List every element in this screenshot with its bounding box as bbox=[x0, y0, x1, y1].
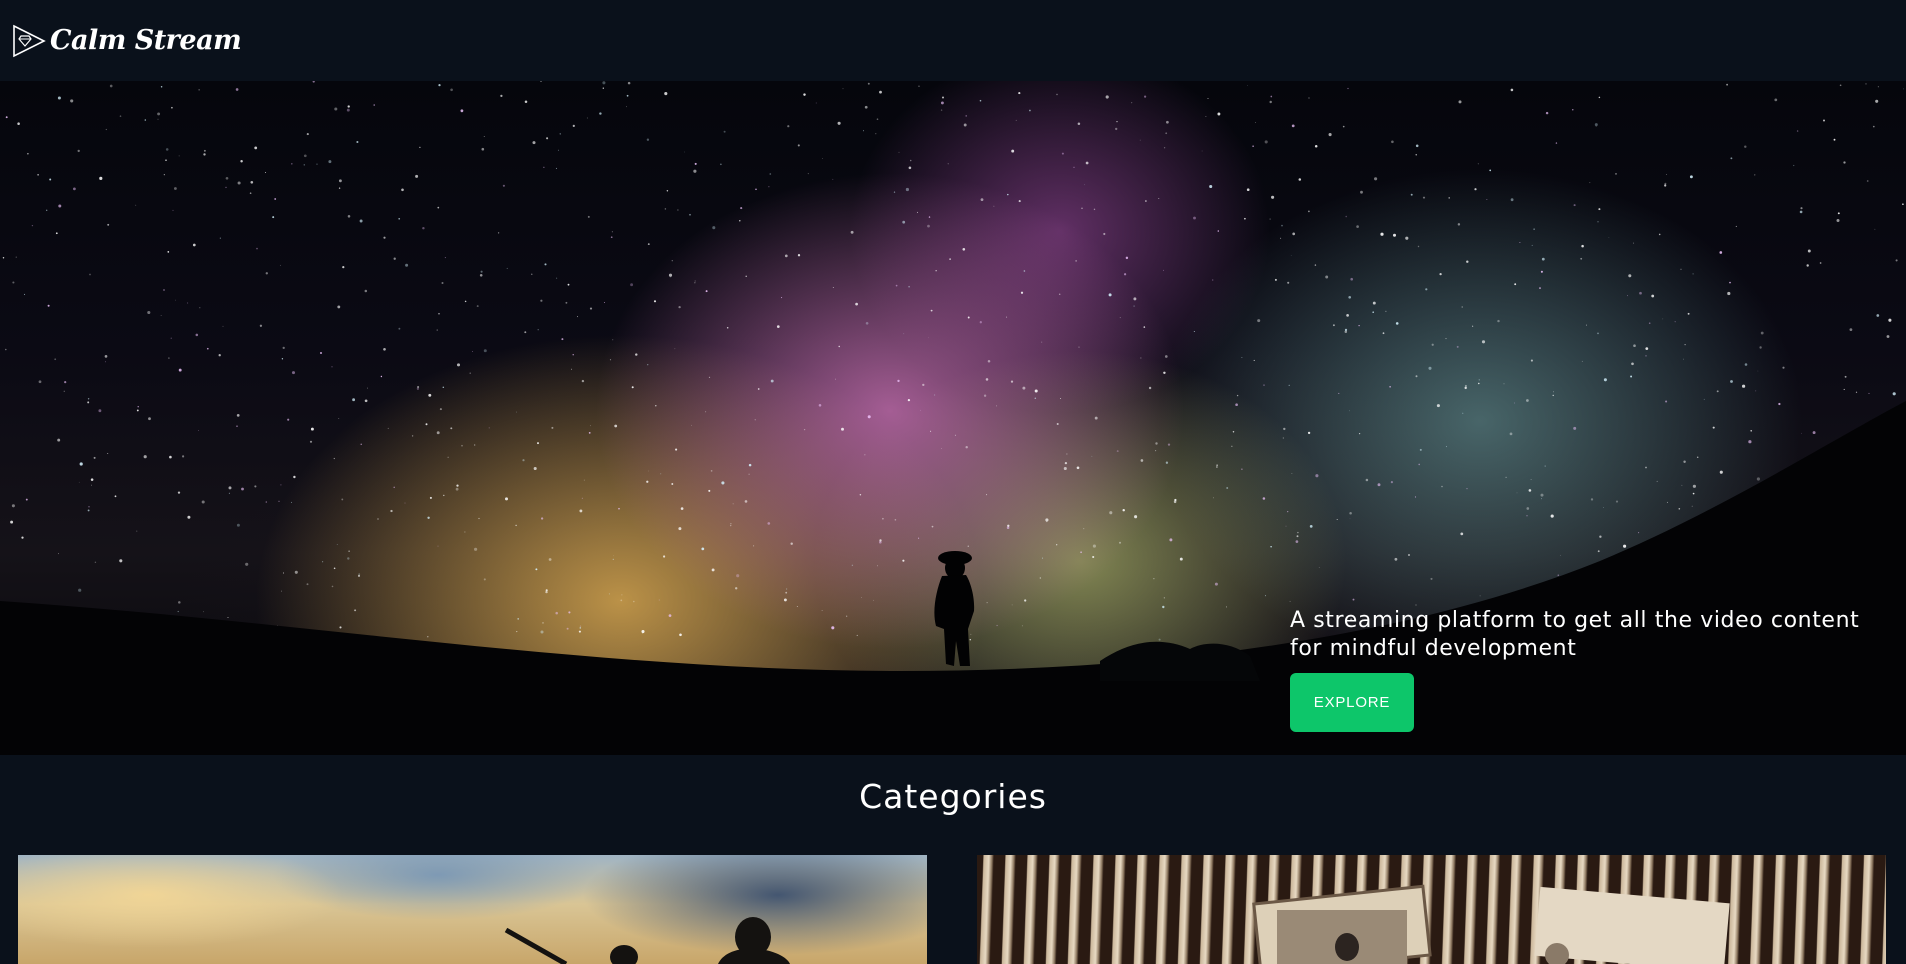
explore-button[interactable]: EXPLORE bbox=[1290, 673, 1414, 732]
category-image-photos bbox=[1252, 884, 1730, 964]
categories-section: Categories bbox=[0, 755, 1906, 964]
brand-name[interactable]: Calm Stream bbox=[50, 25, 242, 56]
category-card-nature[interactable] bbox=[18, 855, 927, 964]
hero-banner: A streaming platform to get all the vide… bbox=[0, 81, 1906, 755]
site-header: Calm Stream bbox=[0, 0, 1906, 81]
hero-content: A streaming platform to get all the vide… bbox=[1290, 607, 1890, 732]
play-triangle-diamond-icon[interactable] bbox=[12, 24, 46, 58]
category-card-photos[interactable] bbox=[977, 855, 1886, 964]
categories-title: Categories bbox=[859, 777, 1047, 816]
category-image-sunset bbox=[504, 917, 790, 964]
hero-tagline: A streaming platform to get all the vide… bbox=[1290, 608, 1860, 661]
